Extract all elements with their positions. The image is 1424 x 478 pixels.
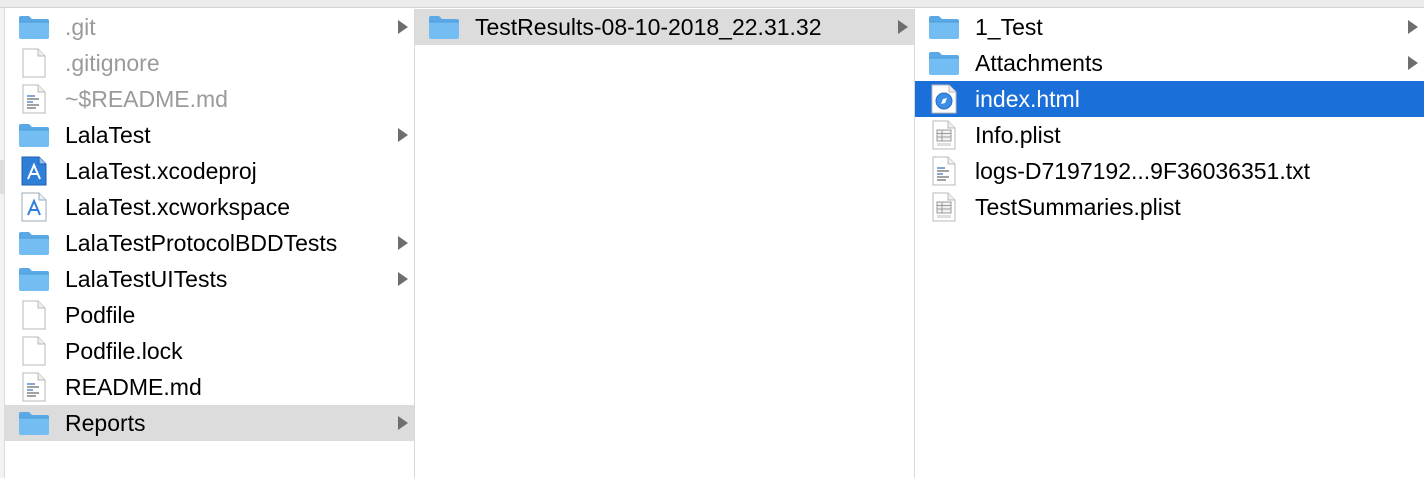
plist-icon: [927, 120, 961, 150]
file-row-lalatest[interactable]: LalaTest: [5, 117, 414, 153]
file-row-lalatestuitests[interactable]: LalaTestUITests: [5, 261, 414, 297]
file-row-lalatest-xcodeproj[interactable]: LalaTest.xcodeproj: [5, 153, 414, 189]
file-row-podfile-lock[interactable]: Podfile.lock: [5, 333, 414, 369]
folder-icon: [927, 13, 961, 41]
file-row-1-test[interactable]: 1_Test: [915, 9, 1424, 45]
folder-icon: [17, 409, 51, 437]
file-name: LalaTest.xcodeproj: [65, 157, 257, 184]
file-name: LalaTest: [65, 121, 151, 148]
text-document-icon: [17, 372, 51, 402]
file-name: Info.plist: [975, 121, 1061, 148]
file-row-lalatestprotocolbddtests[interactable]: LalaTestProtocolBDDTests: [5, 225, 414, 261]
disclosure-chevron-icon[interactable]: [1408, 20, 1418, 34]
text-document-icon: [927, 156, 961, 186]
disclosure-chevron-icon[interactable]: [1408, 56, 1418, 70]
file-name: TestSummaries.plist: [975, 193, 1181, 220]
file-row-gitignore[interactable]: .gitignore: [5, 45, 414, 81]
file-row-podfile[interactable]: Podfile: [5, 297, 414, 333]
document-icon: [17, 300, 51, 330]
file-row-readme-md[interactable]: ~$README.md: [5, 81, 414, 117]
text-document-icon: [17, 84, 51, 114]
disclosure-chevron-icon[interactable]: [398, 128, 408, 142]
file-name: LalaTestUITests: [65, 265, 228, 292]
folder-icon: [17, 121, 51, 149]
file-row-reports[interactable]: Reports: [5, 405, 414, 441]
file-name: .gitignore: [65, 49, 160, 76]
file-row-testresults-08-10-2018-22-31-32[interactable]: TestResults-08-10-2018_22.31.32: [415, 9, 914, 45]
finder-column-1[interactable]: .git .gitignore ~$README.md LalaTest LalaTes…: [5, 9, 415, 478]
file-row-readme-md[interactable]: README.md: [5, 369, 414, 405]
document-icon: [17, 336, 51, 366]
disclosure-chevron-icon[interactable]: [398, 272, 408, 286]
file-row-git[interactable]: .git: [5, 9, 414, 45]
disclosure-chevron-icon[interactable]: [398, 236, 408, 250]
file-name: logs-D7197192...9F36036351.txt: [975, 157, 1311, 184]
file-name: Attachments: [975, 49, 1103, 76]
file-name: TestResults-08-10-2018_22.31.32: [475, 13, 822, 40]
finder-column-3[interactable]: 1_Test Attachments index.html Info.plist log…: [915, 9, 1424, 478]
file-name: 1_Test: [975, 13, 1043, 40]
folder-icon: [927, 49, 961, 77]
file-name: ~$README.md: [65, 85, 228, 112]
file-name: LalaTest.xcworkspace: [65, 193, 290, 220]
folder-icon: [17, 13, 51, 41]
finder-column-2[interactable]: TestResults-08-10-2018_22.31.32: [415, 9, 915, 478]
disclosure-chevron-icon[interactable]: [398, 416, 408, 430]
file-name: Podfile.lock: [65, 337, 183, 364]
document-icon: [17, 48, 51, 78]
folder-icon: [17, 229, 51, 257]
file-name: index.html: [975, 85, 1080, 112]
file-name: Reports: [65, 409, 146, 436]
file-name: README.md: [65, 373, 202, 400]
window-top-edge: [0, 0, 1424, 8]
file-row-attachments[interactable]: Attachments: [915, 45, 1424, 81]
disclosure-chevron-icon[interactable]: [898, 20, 908, 34]
safari-html-icon: [927, 84, 961, 114]
file-name: .git: [65, 13, 96, 40]
plist-icon: [927, 192, 961, 222]
file-row-testsummaries-plist[interactable]: TestSummaries.plist: [915, 189, 1424, 225]
file-row-logs-d7197192-9f36036351-txt[interactable]: logs-D7197192...9F36036351.txt: [915, 153, 1424, 189]
xcode-workspace-icon: [17, 192, 51, 222]
file-name: LalaTestProtocolBDDTests: [65, 229, 338, 256]
folder-icon: [17, 265, 51, 293]
xcode-project-icon: [17, 156, 51, 186]
file-name: Podfile: [65, 301, 136, 328]
sidebar-edge-mark: [0, 160, 4, 194]
folder-icon: [427, 13, 461, 41]
file-row-info-plist[interactable]: Info.plist: [915, 117, 1424, 153]
disclosure-chevron-icon[interactable]: [398, 20, 408, 34]
file-row-index-html[interactable]: index.html: [915, 81, 1424, 117]
file-row-lalatest-xcworkspace[interactable]: LalaTest.xcworkspace: [5, 189, 414, 225]
